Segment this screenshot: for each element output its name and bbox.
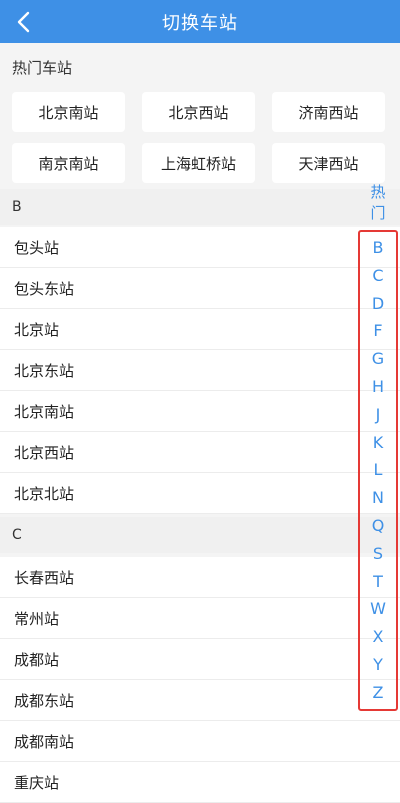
index-letter[interactable]: H	[372, 373, 384, 401]
index-letters-highlight: B C D F G H J K L N Q S T W X Y Z	[358, 230, 398, 711]
index-letter[interactable]: Y	[373, 651, 383, 679]
group-header-b: B	[0, 189, 400, 225]
index-letter[interactable]: D	[372, 290, 384, 318]
index-letter[interactable]: Z	[373, 679, 384, 707]
index-letter[interactable]: B	[373, 234, 384, 262]
top-bar: 切换车站	[0, 0, 400, 43]
hot-station-chip[interactable]: 北京西站	[142, 92, 255, 132]
station-list-c: 长春西站 常州站 成都站 成都东站 成都南站 重庆站	[0, 557, 400, 803]
hot-station-chip[interactable]: 上海虹桥站	[142, 143, 255, 183]
index-letter[interactable]: N	[372, 484, 384, 512]
alphabet-index: 热门 B C D F G H J K L N Q S T W X Y Z	[358, 182, 398, 711]
page-title: 切换车站	[162, 12, 238, 34]
index-hot[interactable]: 热门	[371, 182, 386, 224]
station-row[interactable]: 北京西站	[0, 432, 400, 473]
station-row[interactable]: 长春西站	[0, 557, 400, 598]
hot-station-chip[interactable]: 南京南站	[12, 143, 125, 183]
station-row[interactable]: 成都南站	[0, 721, 400, 762]
index-letter[interactable]: X	[373, 623, 384, 651]
station-row[interactable]: 成都站	[0, 639, 400, 680]
station-row[interactable]: 北京东站	[0, 350, 400, 391]
station-row[interactable]: 北京北站	[0, 473, 400, 514]
index-letter[interactable]: T	[373, 568, 383, 596]
index-letter[interactable]: S	[373, 540, 383, 568]
index-letter[interactable]: K	[373, 429, 384, 457]
index-letter[interactable]: Q	[372, 512, 385, 540]
station-row[interactable]: 北京站	[0, 309, 400, 350]
hot-stations-label: 热门车站	[12, 59, 73, 77]
index-letter[interactable]: W	[370, 595, 386, 623]
hot-station-chip[interactable]: 天津西站	[272, 143, 385, 183]
station-row[interactable]: 成都东站	[0, 680, 400, 721]
station-list-b: 包头站 包头东站 北京站 北京东站 北京南站 北京西站 北京北站	[0, 227, 400, 514]
hot-station-chip[interactable]: 济南西站	[272, 92, 385, 132]
index-letter[interactable]: C	[372, 262, 383, 290]
index-letter[interactable]: J	[376, 401, 381, 429]
index-letter[interactable]: G	[372, 345, 384, 373]
index-letter[interactable]: F	[373, 317, 382, 345]
index-hot-label: 热门	[370, 183, 386, 222]
back-button[interactable]	[8, 6, 40, 38]
group-header-c: C	[0, 517, 400, 553]
station-row[interactable]: 常州站	[0, 598, 400, 639]
station-row[interactable]: 重庆站	[0, 762, 400, 803]
hot-station-chip[interactable]: 北京南站	[12, 92, 125, 132]
station-row[interactable]: 包头站	[0, 227, 400, 268]
group-letter: B	[12, 199, 22, 215]
station-row[interactable]: 包头东站	[0, 268, 400, 309]
station-row[interactable]: 北京南站	[0, 391, 400, 432]
index-letter[interactable]: L	[374, 456, 383, 484]
chevron-left-icon	[17, 11, 30, 33]
group-letter: C	[12, 527, 22, 543]
